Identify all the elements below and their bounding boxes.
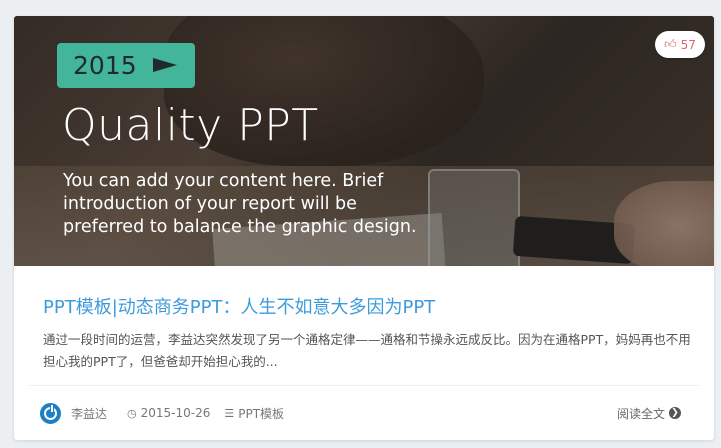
thumbs-up-icon: 👍︎ <box>664 37 677 51</box>
hero-image[interactable]: 2015 Quality PPT You can add your conten… <box>14 16 714 266</box>
post-category[interactable]: PPT模板 <box>238 405 284 422</box>
read-more-label: 阅读全文 <box>617 406 666 421</box>
list-icon: ☰ <box>224 406 235 420</box>
divider <box>29 385 699 386</box>
post-meta: 李益达 ◷ 2015-10-26 ☰ PPT模板 <box>40 402 284 424</box>
arrow-icon <box>153 58 177 72</box>
like-count: 57 <box>680 37 696 52</box>
hero-description: You can add your content here. Brief int… <box>63 171 417 237</box>
read-more-link[interactable]: 阅读全文 ❯ <box>617 404 682 422</box>
avatar[interactable] <box>40 402 61 424</box>
clock-icon: ◷ <box>127 406 137 420</box>
article-title[interactable]: PPT模板|动态商务PPT：人生不如意大多因为PPT <box>43 293 435 319</box>
year-badge: 2015 <box>57 43 195 88</box>
year-text: 2015 <box>73 51 137 80</box>
chevron-right-icon: ❯ <box>669 407 682 419</box>
post-date: 2015-10-26 <box>140 406 211 420</box>
like-button[interactable]: 👍︎ 57 <box>655 31 705 58</box>
power-icon <box>44 404 57 420</box>
hero-title: Quality PPT <box>62 100 319 151</box>
author-name[interactable]: 李益达 <box>71 405 107 422</box>
post-card: 2015 Quality PPT You can add your conten… <box>14 16 714 440</box>
article-excerpt: 通过一段时间的运营，李益达突然发现了另一个通格定律——通格和节操永远成反比。因为… <box>43 332 691 369</box>
